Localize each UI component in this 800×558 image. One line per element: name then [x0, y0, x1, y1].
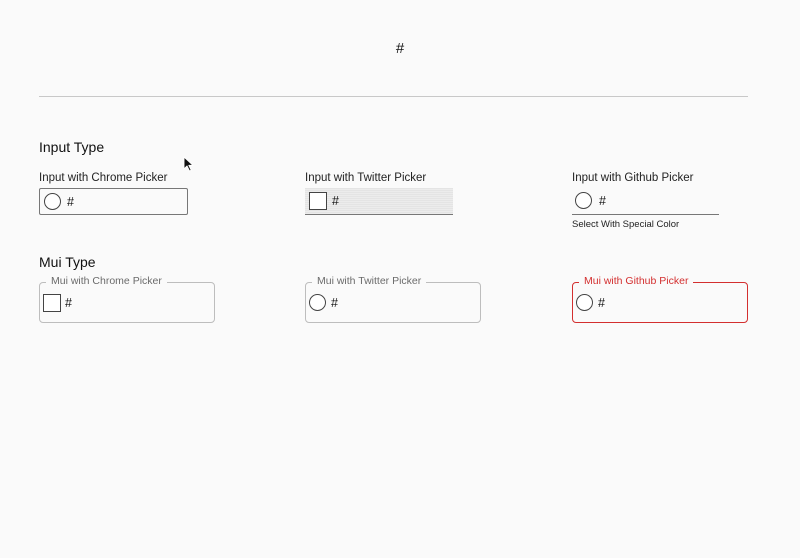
color-picker-demo-page: # Input Type Input with Chrome Picker # …	[0, 0, 800, 558]
color-swatch-circle-icon[interactable]	[576, 294, 593, 311]
mui-github-label: Mui with Github Picker	[579, 275, 694, 287]
input-chrome-label: Input with Chrome Picker	[39, 172, 168, 184]
color-swatch-circle-icon[interactable]	[309, 294, 326, 311]
mouse-pointer-icon	[183, 156, 194, 172]
color-swatch-circle-icon[interactable]	[44, 193, 61, 210]
input-twitter-label: Input with Twitter Picker	[305, 172, 427, 184]
mui-github-value: #	[598, 296, 605, 310]
mui-twitter-picker-field[interactable]: Mui with Twitter Picker #	[305, 275, 481, 323]
input-chrome-picker-field[interactable]: #	[39, 188, 188, 215]
mui-type-title: Mui Type	[39, 254, 96, 270]
mui-twitter-value: #	[331, 296, 338, 310]
mui-chrome-picker-field[interactable]: Mui with Chrome Picker #	[39, 275, 215, 323]
mui-chrome-label: Mui with Chrome Picker	[46, 275, 167, 287]
input-type-title: Input Type	[39, 139, 105, 155]
input-twitter-value: #	[332, 194, 339, 208]
mui-github-picker-field[interactable]: Mui with Github Picker #	[572, 275, 748, 323]
color-swatch-square-icon[interactable]	[309, 192, 327, 210]
input-chrome-value: #	[67, 195, 74, 209]
color-swatch-square-icon[interactable]	[43, 294, 61, 312]
mui-twitter-label: Mui with Twitter Picker	[312, 275, 427, 287]
input-github-helper-text: Select With Special Color	[572, 219, 680, 230]
input-twitter-picker-field[interactable]: #	[305, 188, 453, 215]
input-github-value: #	[599, 194, 606, 208]
input-github-label: Input with Github Picker	[572, 172, 694, 184]
header-divider	[39, 96, 748, 97]
color-swatch-circle-icon[interactable]	[575, 192, 592, 209]
selected-color-display: #	[395, 40, 405, 57]
input-github-picker-field[interactable]: #	[572, 188, 719, 215]
mui-chrome-value: #	[65, 296, 72, 310]
